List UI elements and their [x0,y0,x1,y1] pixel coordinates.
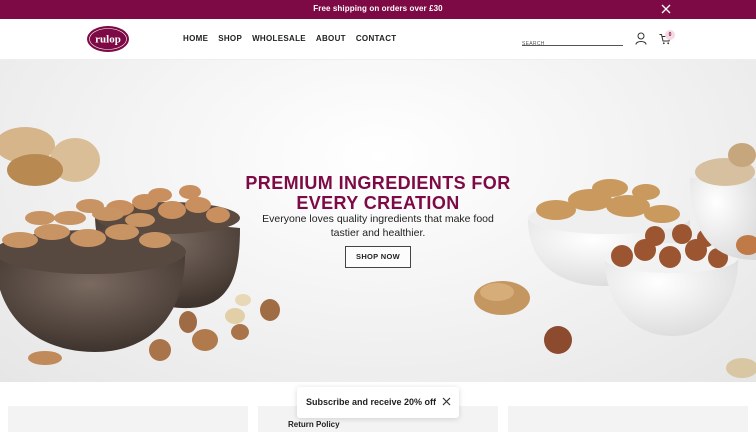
announcement-text: Free shipping on orders over £30 [313,4,443,13]
hero-subtitle-line2: tastier and healthier. [330,227,426,239]
subscribe-popup-text: Subscribe and receive 20% off [306,397,437,407]
shop-now-button[interactable]: SHOP NOW [345,246,411,268]
return-policy-label: Return Policy [288,420,340,429]
announcement-bar: Free shipping on orders over £30 [0,0,756,19]
nav-shop[interactable]: SHOP [218,34,242,43]
svg-text:rulop: rulop [95,34,121,46]
nav-contact[interactable]: CONTACT [356,34,397,43]
nav-about[interactable]: ABOUT [316,34,346,43]
hero-title-line2: EVERY CREATION [296,193,460,213]
search-box [522,32,623,50]
nav-home[interactable]: HOME [183,34,208,43]
hero-banner: PREMIUM INGREDIENTS FOR EVERY CREATION E… [0,60,756,382]
close-icon[interactable] [442,397,451,406]
subscribe-popup[interactable]: Subscribe and receive 20% off [297,387,459,418]
user-icon[interactable] [635,32,647,45]
hero-title-line1: PREMIUM INGREDIENTS FOR [245,173,511,193]
hero-subtitle: Everyone loves quality ingredients that … [238,212,518,240]
close-icon[interactable] [660,3,672,15]
search-input[interactable] [522,38,623,50]
cart-count-badge: 0 [665,30,675,40]
info-card [8,406,248,432]
brand-logo[interactable]: rulop [86,25,130,53]
info-card [508,406,748,432]
hero-subtitle-line1: Everyone loves quality ingredients that … [262,213,494,225]
hero-title: PREMIUM INGREDIENTS FOR EVERY CREATION [228,173,528,213]
nav-wholesale[interactable]: WHOLESALE [252,34,306,43]
main-nav: HOME SHOP WHOLESALE ABOUT CONTACT [183,34,396,43]
site-header: rulop HOME SHOP WHOLESALE ABOUT CONTACT … [0,19,756,60]
